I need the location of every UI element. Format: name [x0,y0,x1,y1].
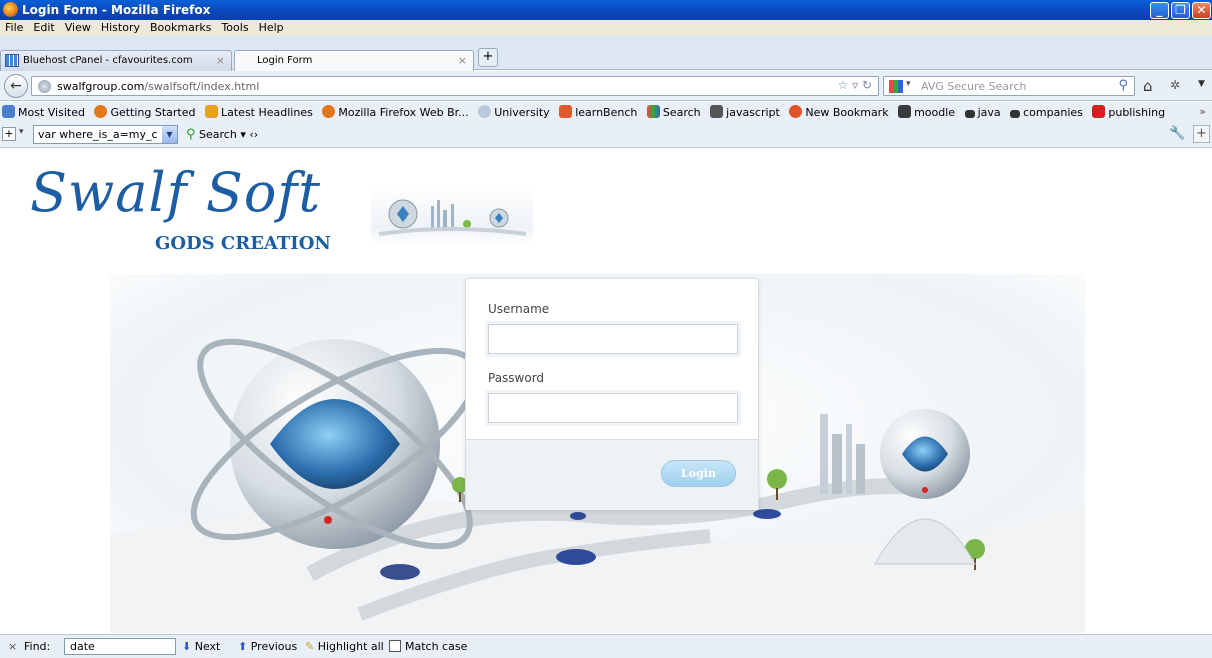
search-input[interactable]: ▾ AVG Secure Search ⚲ [883,76,1135,96]
menu-view[interactable]: View [60,20,96,34]
find-bar: × Find: date ⬇ Next ⬆ Previous ✎ Highlig… [0,634,1212,658]
highlighter-icon: ✎ [305,640,315,653]
menu-file[interactable]: File [0,20,28,34]
search-placeholder: AVG Secure Search [921,80,1027,93]
username-label: Username [488,302,550,316]
menu-help[interactable]: Help [254,20,289,34]
addon-icon[interactable]: ✲ [1170,78,1180,92]
menu-bar: File Edit View History Bookmarks Tools Help [0,20,1212,36]
firefox-logo-icon [3,2,18,17]
menu-edit[interactable]: Edit [28,20,59,34]
bookmark-most-visited[interactable]: Most Visited [0,102,89,119]
search-engine-icon [646,105,660,118]
bookmark-companies[interactable]: companies [1008,103,1087,119]
password-label: Password [488,371,545,385]
search-engine-icon[interactable] [889,80,903,93]
bookmark-moodle[interactable]: moodle [896,102,959,119]
chevron-right-icon[interactable]: » [1199,105,1206,118]
add-toolbar-button[interactable]: + [1193,125,1210,143]
highlight-all-button[interactable]: ✎ Highlight all [305,640,384,653]
match-case-checkbox[interactable]: Match case [389,640,467,653]
url-path: /swalfsoft/index.html [144,80,260,93]
tab-label: Bluehost cPanel - cfavourites.com [23,55,193,66]
username-input[interactable] [488,324,738,354]
companies-icon [1010,110,1021,118]
wrench-icon[interactable]: 🔧 [1169,126,1185,141]
find-previous-button[interactable]: ⬆ Previous [238,640,297,653]
arrow-up-icon: ⬆ [238,640,248,653]
menu-bookmarks[interactable]: Bookmarks [145,20,216,34]
university-icon [478,105,492,118]
cpanel-favicon-icon [5,54,19,67]
password-input[interactable] [488,393,738,423]
menu-tools[interactable]: Tools [216,20,253,34]
chevron-down-icon[interactable]: ▾ [906,79,911,89]
rss-icon [205,105,218,118]
close-tab-icon[interactable]: × [216,54,225,67]
tab-label: Login Form [257,55,313,66]
chevron-down-icon[interactable]: ▼ [1198,79,1205,89]
logo-subtitle: GODS CREATION [155,233,331,254]
most-visited-icon [2,105,15,118]
bookmark-javascript[interactable]: javascript [708,102,784,119]
toolbar-search-button[interactable]: ⚲ Search ▾ ‹› [186,127,258,142]
logo-thumbnail-image [371,184,533,246]
find-input[interactable]: date [64,638,176,655]
bookmarks-bar: Most Visited Getting Started Latest Head… [0,102,1212,122]
moodle-icon [898,105,912,118]
site-identity-icon[interactable] [38,80,51,93]
bookmark-publishing[interactable]: publishing [1090,102,1169,119]
url-host: swalfgroup.com [57,80,145,93]
window-title: Login Form - Mozilla Firefox [22,3,211,17]
logo-title: Swalf Soft [30,161,322,224]
chevron-down-icon[interactable]: ▼ [162,126,177,143]
youtube-icon [1092,105,1106,118]
bookmark-java[interactable]: java [963,103,1005,119]
search-icon: ⚲ [186,127,196,142]
minimize-button[interactable]: _ [1150,2,1169,19]
plus-icon[interactable]: + [2,127,16,141]
home-icon[interactable]: ⌂ [1143,77,1153,95]
close-tab-icon[interactable]: × [458,54,467,67]
tab-strip: Bluehost cPanel - cfavourites.com × Logi… [0,36,1212,71]
bookmark-search[interactable]: Search [645,102,705,119]
maximize-button[interactable]: ❐ [1171,2,1190,19]
magnifier-icon[interactable]: ⚲ [1118,78,1128,93]
bookmark-getting-started[interactable]: Getting Started [92,102,199,119]
java-cup-icon [710,105,724,118]
tab-bluehost[interactable]: Bluehost cPanel - cfavourites.com × [0,50,232,71]
find-label: Find: [24,640,51,653]
find-next-button[interactable]: ⬇ Next [182,640,220,653]
navigation-bar: ← swalfgroup.com/swalfsoft/index.html ☆ … [0,71,1212,101]
bookmark-star-icon[interactable]: ☆ ▿ ↻ [838,78,872,92]
url-bar[interactable]: swalfgroup.com/swalfsoft/index.html ☆ ▿ … [31,76,879,96]
login-button[interactable]: Login [661,460,736,487]
toolbar-combo-box[interactable]: var where_is_a=my_c ▼ [33,125,178,144]
firefox-icon [94,105,108,118]
login-form: Username Password Login [465,278,759,510]
java-icon [964,110,975,118]
back-button[interactable]: ← [4,74,28,98]
combo-value: var where_is_a=my_c [38,128,158,141]
bookmark-new-bookmark[interactable]: New Bookmark [787,102,892,119]
close-find-bar-icon[interactable]: × [8,640,17,653]
secondary-toolbar: + ▾ var where_is_a=my_c ▼ ⚲ Search ▾ ‹› … [0,122,1212,148]
page-content: Swalf Soft GODS CREATION Username Passwo… [0,149,1212,633]
tab-login-form[interactable]: Login Form × [234,50,474,71]
firefox-icon [322,105,336,118]
bookmark-mozilla-firefox[interactable]: Mozilla Firefox Web Br... [320,102,472,119]
learnbench-icon [559,105,573,118]
bookmark-university[interactable]: University [476,102,554,119]
close-window-button[interactable]: ✕ [1192,2,1211,19]
menu-history[interactable]: History [96,20,145,34]
new-tab-button[interactable]: + [478,48,498,67]
bookmark-learnbench[interactable]: learnBench [557,102,641,119]
bookmark-latest-headlines[interactable]: Latest Headlines [203,102,317,119]
arrow-down-icon: ⬇ [182,640,192,653]
title-bar: Login Form - Mozilla Firefox _ ❐ ✕ [0,0,1212,20]
checkbox-icon [389,640,401,652]
bookmark-icon [789,105,803,118]
chevron-down-icon[interactable]: ▾ [19,127,24,137]
